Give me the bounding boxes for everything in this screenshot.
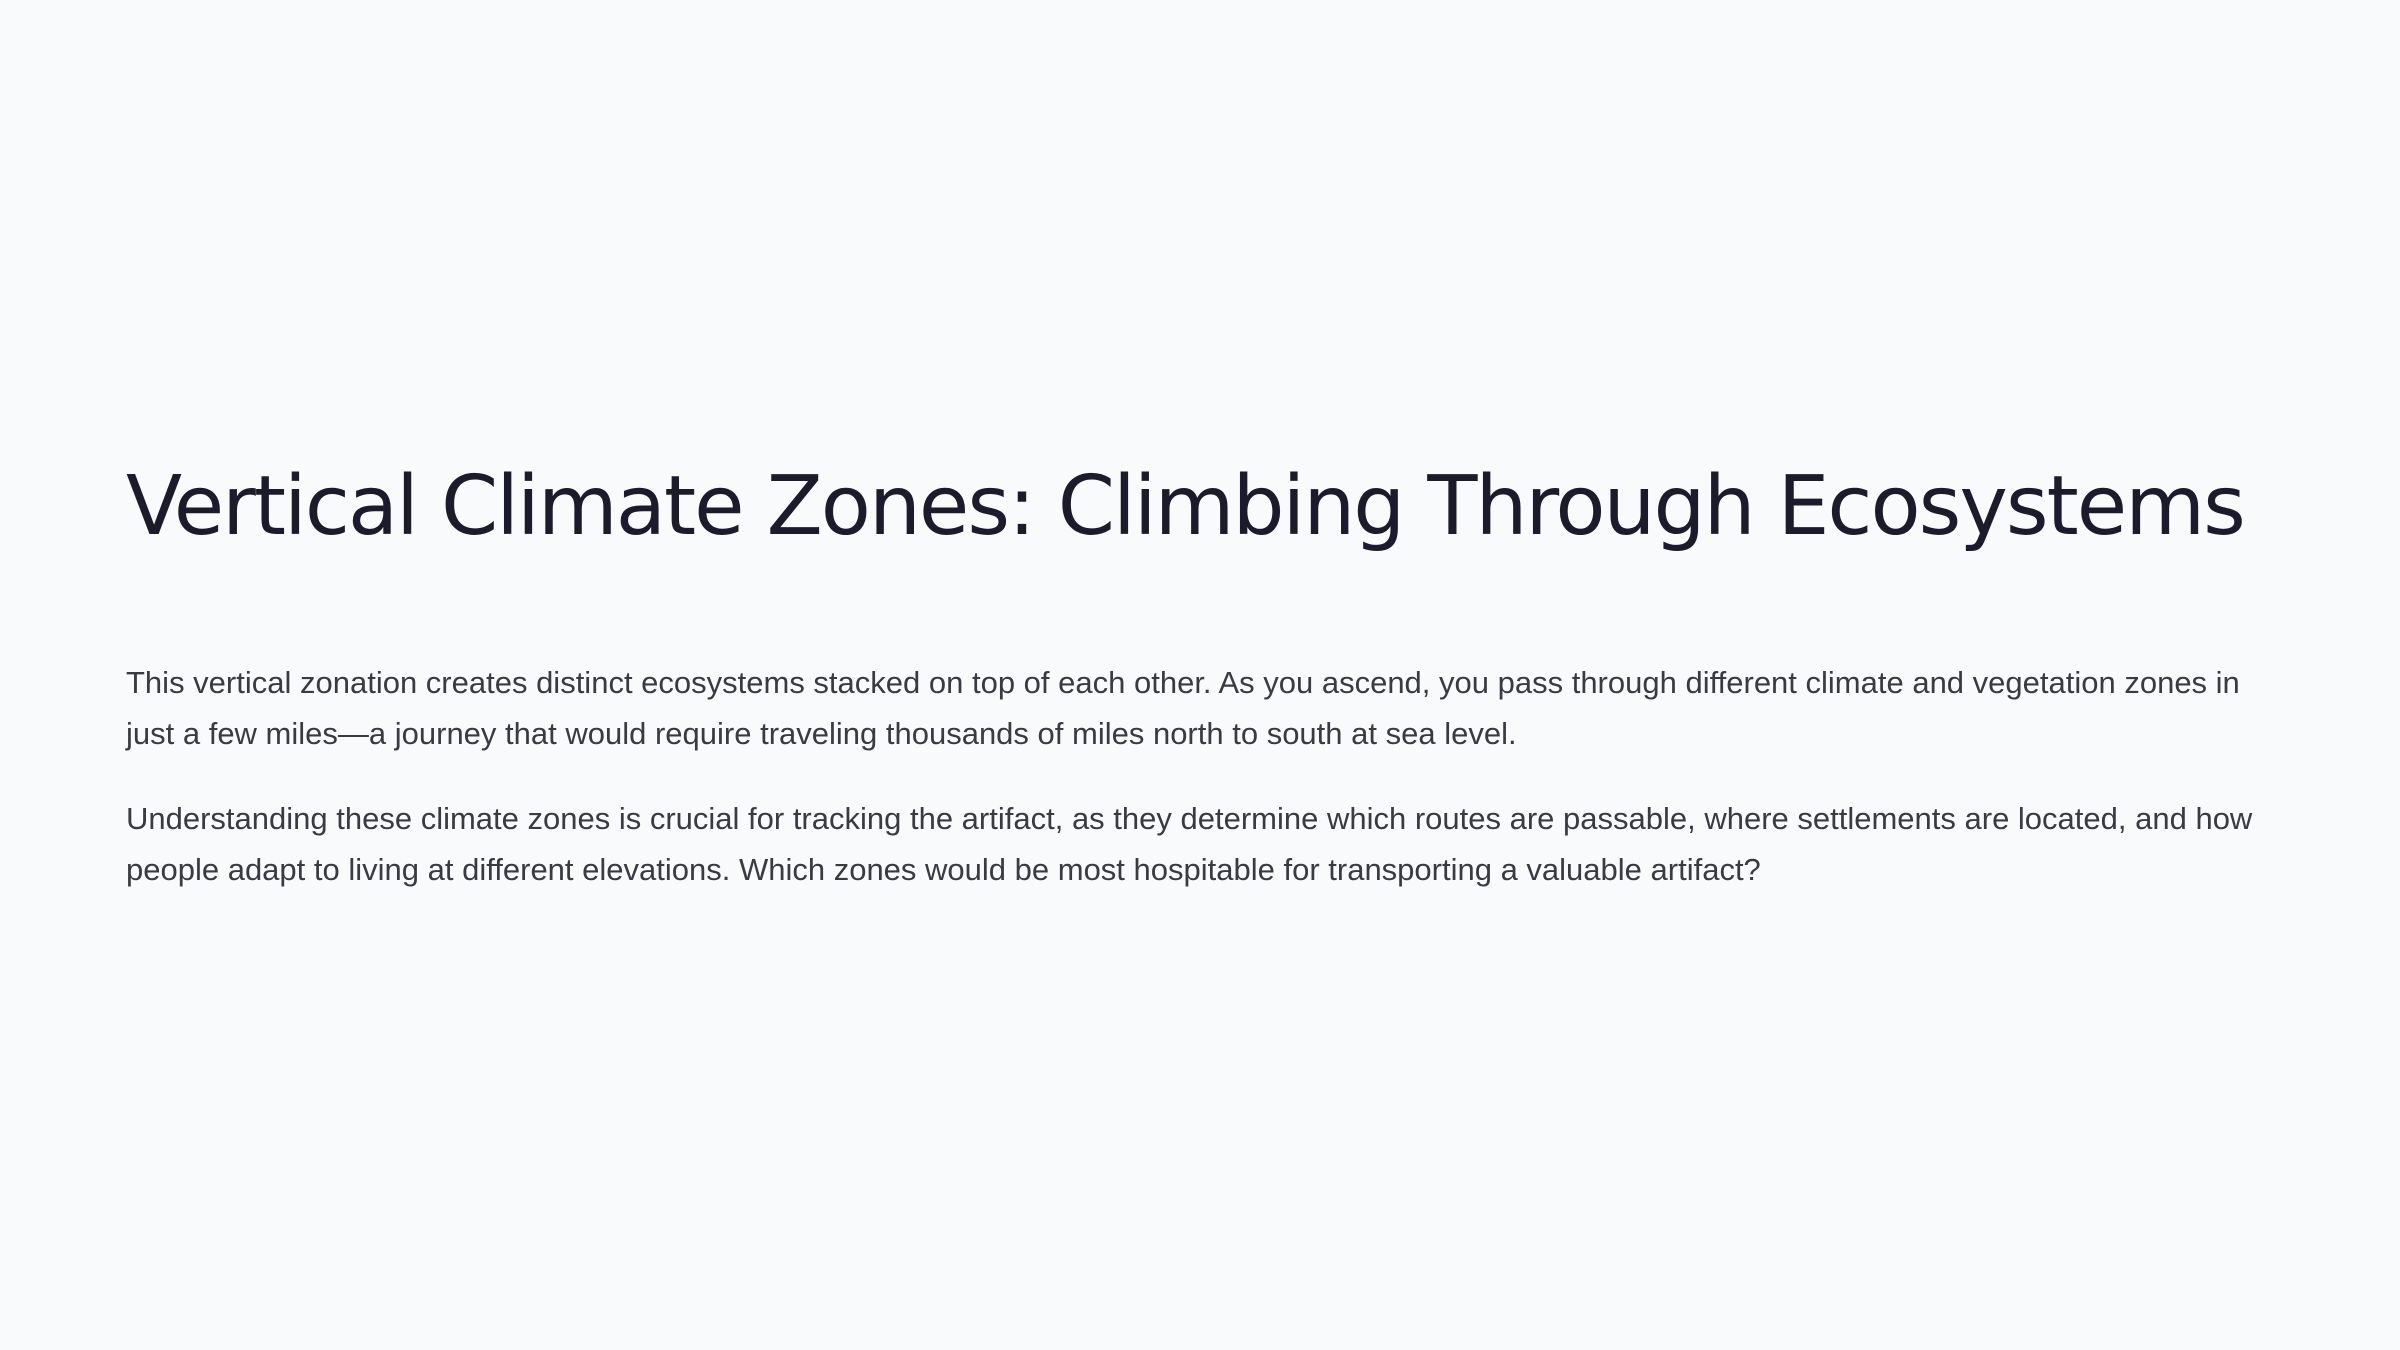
body-paragraph-2: Understanding these climate zones is cru… <box>126 801 2253 887</box>
slide: Vertical Climate Zones: Climbing Through… <box>0 0 2400 1350</box>
body-paragraph-1: This vertical zonation creates distinct … <box>126 665 2240 751</box>
slide-title: Vertical Climate Zones: Climbing Through… <box>126 459 2246 554</box>
slide-body: This vertical zonation creates distinct … <box>126 657 2276 895</box>
slide-content: Vertical Climate Zones: Climbing Through… <box>126 455 2276 929</box>
